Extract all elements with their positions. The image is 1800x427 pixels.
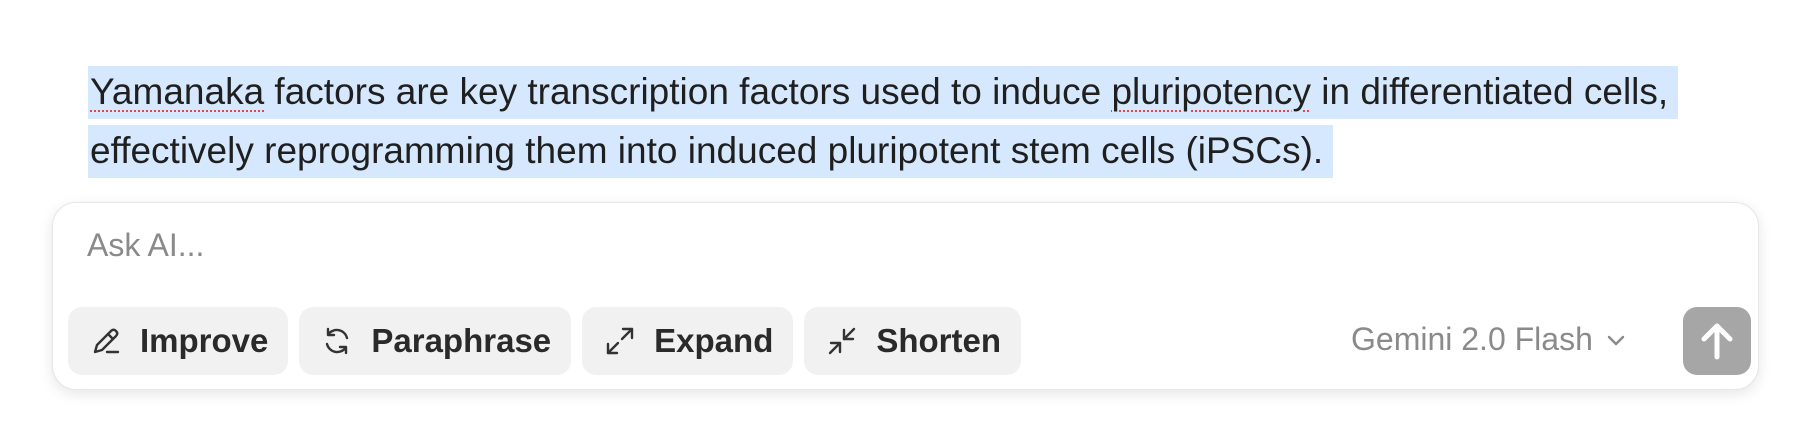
selected-paragraph[interactable]: Yamanaka factors are key transcription f… bbox=[88, 62, 1728, 180]
expand-label: Expand bbox=[654, 322, 774, 359]
pencil-icon bbox=[90, 325, 122, 357]
ai-action-bar: Improve Paraphrase Expand Shorten bbox=[68, 307, 1022, 375]
paraphrase-label: Paraphrase bbox=[371, 322, 552, 359]
improve-label: Improve bbox=[140, 322, 269, 359]
arrow-up-icon bbox=[1701, 323, 1733, 360]
text-selection[interactable]: Yamanaka factors are key transcription f… bbox=[88, 66, 1679, 178]
expand-button[interactable]: Expand bbox=[582, 307, 794, 375]
shorten-label: Shorten bbox=[876, 322, 1002, 359]
refresh-icon bbox=[321, 325, 353, 357]
chevron-down-icon bbox=[1605, 329, 1627, 351]
misspelled-word[interactable]: pluripotency bbox=[1111, 71, 1311, 112]
ask-ai-input[interactable] bbox=[87, 223, 1587, 267]
paragraph-text: factors are key transcription factors us… bbox=[264, 71, 1112, 112]
expand-arrows-icon bbox=[604, 325, 636, 357]
model-name: Gemini 2.0 Flash bbox=[1351, 321, 1593, 357]
collapse-arrows-icon bbox=[826, 325, 858, 357]
misspelled-word[interactable]: Yamanaka bbox=[90, 71, 264, 112]
improve-button[interactable]: Improve bbox=[68, 307, 289, 375]
model-selector[interactable]: Gemini 2.0 Flash bbox=[1351, 321, 1627, 358]
editor-page: Yamanaka factors are key transcription f… bbox=[0, 0, 1800, 427]
paraphrase-button[interactable]: Paraphrase bbox=[299, 307, 572, 375]
ask-ai-panel: Improve Paraphrase bbox=[52, 202, 1759, 390]
send-button[interactable] bbox=[1683, 307, 1751, 375]
shorten-button[interactable]: Shorten bbox=[804, 307, 1022, 375]
